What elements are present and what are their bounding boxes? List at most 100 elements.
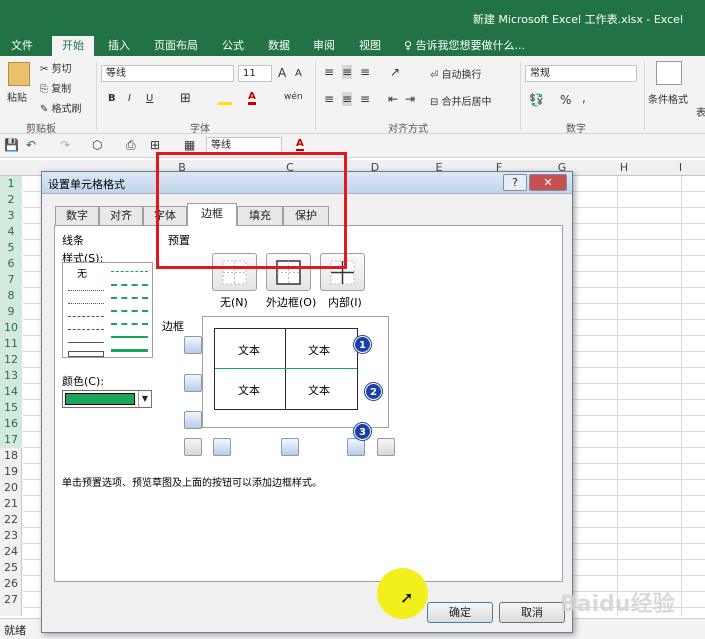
border-bottom-button[interactable] [184,411,202,429]
row-header[interactable]: 13 [0,368,22,384]
tab-review[interactable]: 审阅 [306,36,342,56]
tab-insert[interactable]: 插入 [100,36,138,56]
shape-icon[interactable]: ⬡ [92,138,102,152]
tab-file[interactable]: 文件 [4,36,40,56]
wrap-text-button[interactable]: ⏎ 自动换行 [430,66,482,81]
paste-icon[interactable] [8,62,30,86]
line-style-option[interactable] [68,303,104,304]
italic-button[interactable]: I [128,93,131,104]
align-left-icon[interactable]: ≡ [324,92,334,106]
align-center-icon[interactable]: ≡ [342,92,353,106]
ok-button[interactable]: 确定 [427,602,493,623]
font-name-select[interactable]: 等线 [101,65,234,82]
line-style-none[interactable]: 无 [77,265,87,280]
tab-page-layout[interactable]: 页面布局 [148,36,204,56]
row-header[interactable]: 1 [0,176,22,192]
row-header[interactable]: 21 [0,496,22,512]
color-dropdown[interactable]: ▼ [62,390,152,408]
row-header[interactable]: 19 [0,464,22,480]
row-header[interactable]: 11 [0,336,22,352]
line-style-option[interactable] [68,329,104,330]
font-size-select[interactable]: 11 [238,65,272,82]
align-bottom-icon[interactable]: ≡ [360,65,370,79]
cut-button[interactable]: ✂ 剪切 [40,60,72,75]
cancel-button[interactable]: 取消 [499,602,565,623]
conditional-format-icon[interactable] [656,61,682,85]
row-header[interactable]: 23 [0,528,22,544]
row-header[interactable]: 25 [0,560,22,576]
orientation-icon[interactable]: ↗ [390,65,400,79]
align-top-icon[interactable]: ≡ [324,65,334,79]
borders-icon[interactable]: ⊞ [150,138,160,152]
comma-button[interactable]: , [582,91,586,105]
redo-icon[interactable]: ↷ [60,138,70,152]
row-header[interactable]: 5 [0,240,22,256]
border-inner-vertical-button[interactable] [281,438,299,456]
tab-home[interactable]: 开始 [52,36,94,56]
tab-data[interactable]: 数据 [260,36,298,56]
save-icon[interactable]: 💾 [4,138,19,152]
print-preview-icon[interactable]: ⎙ [126,138,136,153]
border-diagonal-down-button[interactable] [377,438,395,456]
row-header[interactable]: 6 [0,256,22,272]
border-left-button[interactable] [213,438,231,456]
percent-button[interactable]: % [560,93,571,107]
row-header[interactable]: 10 [0,320,22,336]
border-right-button[interactable] [347,438,365,456]
row-header[interactable]: 26 [0,576,22,592]
row-header[interactable]: 22 [0,512,22,528]
undo-icon[interactable]: ↶ [26,138,36,152]
row-header[interactable]: 24 [0,544,22,560]
copy-button[interactable]: ⎘ 复制 [40,80,71,95]
qat-font-color-button[interactable]: A [296,138,304,151]
line-style-option[interactable] [68,316,104,317]
decrease-indent-icon[interactable]: ⇤ [388,92,398,106]
preview-grid[interactable]: 文本 文本 文本 文本 [214,328,358,410]
line-style-option[interactable] [111,271,148,272]
tab-alignment[interactable]: 对齐 [99,206,143,225]
border-diagonal-up-button[interactable] [184,438,202,456]
number-format-select[interactable]: 常规 [525,65,637,82]
tab-border[interactable]: 边框 [187,203,237,226]
border-icon[interactable]: ⊞ [180,91,191,106]
align-right-icon[interactable]: ≡ [360,92,370,106]
line-style-option[interactable] [68,342,104,343]
align-middle-icon[interactable]: ≡ [342,65,353,79]
help-button[interactable]: ? [503,174,527,191]
line-style-option[interactable] [68,351,104,357]
row-header[interactable]: 18 [0,448,22,464]
grow-font-button[interactable]: A [278,66,286,80]
tell-me-box[interactable]: ♀ 告诉我您想要做什么... [404,36,534,56]
row-header[interactable]: 2 [0,192,22,208]
fill-color-icon[interactable] [218,91,232,105]
line-style-option[interactable] [111,284,148,286]
table-format-button[interactable]: 表 [696,104,705,119]
line-style-option[interactable] [111,310,148,312]
shrink-font-button[interactable]: A [295,68,302,79]
increase-indent-icon[interactable]: ⇥ [405,92,415,106]
line-style-option[interactable] [111,336,148,338]
table-icon[interactable]: ▦ [184,138,195,152]
merge-center-button[interactable]: ⊟ 合并后居中 [430,93,492,108]
row-header[interactable]: 15 [0,400,22,416]
row-header[interactable]: 27 [0,592,22,608]
border-inner-horizontal-button[interactable] [184,374,202,392]
line-style-list[interactable]: 无 [62,262,153,358]
row-header[interactable]: 16 [0,416,22,432]
paste-button[interactable]: 粘贴 [7,89,27,104]
column-header-h[interactable]: H [592,160,656,176]
tab-formulas[interactable]: 公式 [214,36,252,56]
line-style-option[interactable] [111,349,148,352]
row-header[interactable]: 4 [0,224,22,240]
phonetic-button[interactable]: wén [284,92,303,102]
line-style-option[interactable] [111,323,148,325]
row-header[interactable]: 9 [0,304,22,320]
conditional-format-button[interactable]: 条件格式 [648,91,688,106]
row-header[interactable]: 8 [0,288,22,304]
row-header[interactable]: 7 [0,272,22,288]
underline-button[interactable]: U [146,93,153,104]
border-top-button[interactable] [184,336,202,354]
format-painter-button[interactable]: ✎ 格式刷 [40,100,82,115]
font-color-button[interactable]: A [248,91,256,105]
tab-number[interactable]: 数字 [55,206,99,225]
